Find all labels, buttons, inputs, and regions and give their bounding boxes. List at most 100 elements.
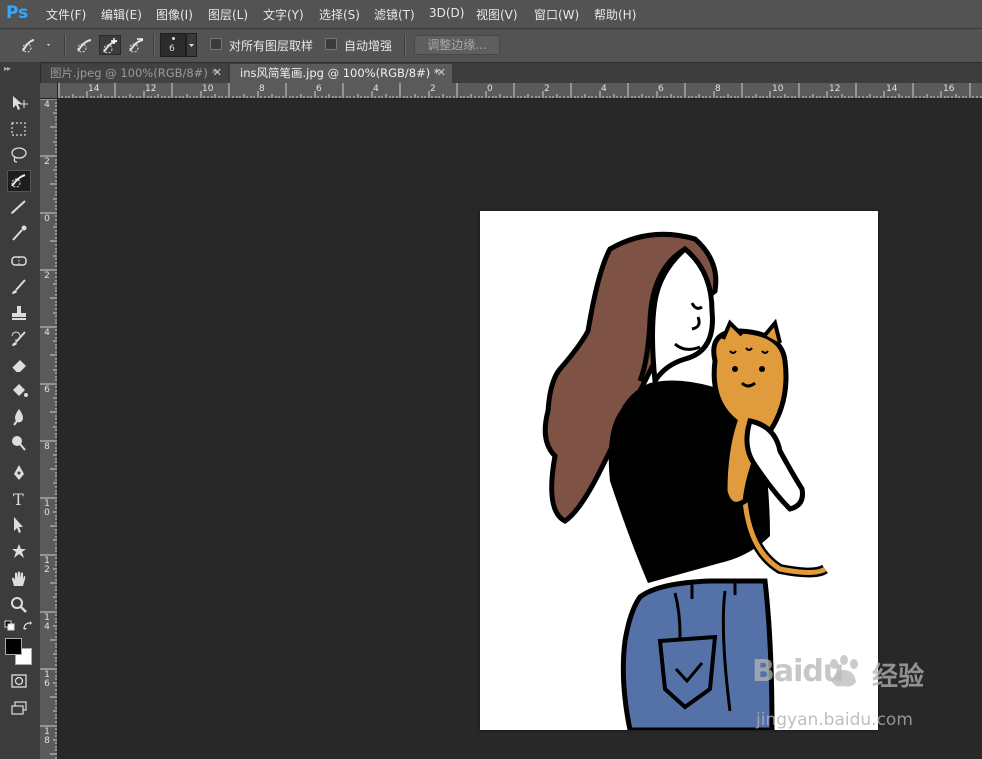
close-icon[interactable]: ✕ [213,64,222,82]
ruler-ticks [40,99,57,759]
brush-tool-icon[interactable] [7,276,31,298]
tool-preset-picker[interactable] [20,35,50,55]
watermark-url: jingyan.baidu.com [756,710,913,730]
paint-bucket-tool-icon[interactable] [7,380,31,402]
chevron-down-icon [189,44,194,47]
ruler-label: 8 [44,442,50,452]
menu-filter[interactable]: 滤镜(T) [374,6,415,23]
photoshop-logo: Ps [6,3,29,23]
subtract-from-selection-icon [129,38,144,53]
ruler-label: 6 [44,385,50,395]
tab-title: 图片.jpeg @ 100%(RGB/8#) * [50,66,218,80]
ruler-label: 14 [886,84,898,94]
brush-tip-preview-icon [172,37,175,40]
brush-size-picker[interactable]: 6 [160,33,186,57]
svg-text:T: T [13,490,24,509]
menu-image[interactable]: 图像(I) [156,6,193,23]
clone-stamp-tool-icon[interactable] [7,302,31,324]
sample-all-layers-label: 对所有图层取样 [229,39,314,53]
ruler-label: 8 [715,84,721,94]
menu-edit[interactable]: 编辑(E) [101,6,142,23]
eyedropper-tool-icon[interactable] [7,222,31,244]
ruler-label: 1 0 [44,499,50,518]
ruler-label: 0 [44,214,50,224]
add-to-selection-button[interactable] [99,35,121,55]
menu-layer[interactable]: 图层(L) [208,6,248,23]
history-brush-tool-icon[interactable] [7,328,31,350]
menu-type[interactable]: 文字(Y) [263,6,304,23]
ruler-label: 12 [829,84,841,94]
path-selection-tool-icon[interactable] [7,514,31,536]
ruler-label: 10 [202,84,214,94]
close-icon[interactable]: ✕ [437,64,446,82]
ruler-label: 2 [44,271,50,281]
swap-colors-icon[interactable] [22,620,34,632]
ruler-label: 8 [259,84,265,94]
brush-size-value: 6 [169,44,175,54]
document-tab-1[interactable]: 图片.jpeg @ 100%(RGB/8#) * ✕ [40,64,228,83]
new-selection-icon [77,39,92,53]
menu-window[interactable]: 窗口(W) [534,6,579,23]
new-selection-button[interactable] [74,35,96,55]
tab-title: ins风简笔画.jpg @ 100%(RGB/8#) * [240,66,440,80]
ruler-label: 1 4 [44,613,50,632]
ruler-label: 0 [487,84,493,94]
ruler-label: 2 [430,84,436,94]
custom-shape-tool-icon[interactable] [7,540,31,562]
document-tab-2[interactable]: ins风简笔画.jpg @ 100%(RGB/8#) * ✕ [230,64,452,83]
ruler-label: 16 [943,84,955,94]
ruler-label: 4 [44,328,50,338]
default-colors-icon[interactable] [4,620,16,632]
panel-collapse-icon[interactable]: ▸▸ [4,64,11,73]
move-tool-icon[interactable] [7,92,31,114]
ruler-label: 4 [373,84,379,94]
watermark-cn: 经验 [872,662,925,692]
horizontal-ruler[interactable]: 14 12 10 8 6 4 2 0 2 4 6 8 10 12 14 16 [58,83,982,99]
tools-panel: ▸▸ T [0,62,41,759]
ruler-label: 1 8 [44,727,50,746]
menu-file[interactable]: 文件(F) [46,6,86,23]
zoom-tool-icon[interactable] [7,594,31,616]
ruler-label: 6 [658,84,664,94]
eraser-tool-icon[interactable] [7,354,31,376]
healing-brush-tool-icon[interactable] [7,250,31,272]
ruler-label: 1 6 [44,670,50,689]
refine-edge-button[interactable]: 调整边缘... [414,35,500,55]
add-to-selection-icon [103,38,118,54]
auto-enhance-label: 自动增强 [344,39,393,53]
watermark: Baidu 经验 jingyan.baidu.com [752,650,932,740]
menu-select[interactable]: 选择(S) [319,6,360,23]
subtract-from-selection-button[interactable] [126,35,148,55]
ruler-label: 1 2 [44,556,50,575]
ruler-ticks [58,83,982,98]
type-tool-icon[interactable]: T [7,488,31,510]
marquee-tool-icon[interactable] [7,118,31,140]
document-tab-bar: 图片.jpeg @ 100%(RGB/8#) * ✕ ins风简笔画.jpg @… [40,63,982,83]
quick-selection-preset-icon [22,39,50,53]
auto-enhance-checkbox[interactable] [325,38,337,50]
ruler-label: 6 [316,84,322,94]
menu-3d[interactable]: 3D(D) [429,6,464,20]
ruler-label: 14 [88,84,100,94]
pen-tool-icon[interactable] [7,462,31,484]
options-bar: 6 对所有图层取样 自动增强 调整边缘... [0,29,982,63]
ruler-label: 4 [601,84,607,94]
blur-tool-icon[interactable] [7,406,31,428]
dodge-tool-icon[interactable] [7,432,31,454]
menu-view[interactable]: 视图(V) [476,6,518,23]
hand-tool-icon[interactable] [7,568,31,590]
quick-selection-tool-icon[interactable] [7,170,31,192]
crop-tool-icon[interactable] [7,196,31,218]
quick-mask-mode-icon[interactable] [7,670,31,692]
menu-help[interactable]: 帮助(H) [594,6,636,23]
ruler-label: 4 [44,100,50,110]
foreground-color-swatch[interactable] [5,638,22,655]
brush-size-dropdown[interactable] [186,33,197,57]
separator [64,34,66,56]
sample-all-layers-checkbox[interactable] [210,38,222,50]
vertical-ruler[interactable]: 4 2 0 2 4 6 8 1 0 1 2 1 4 1 6 1 8 [40,99,58,759]
ruler-label: 10 [772,84,784,94]
lasso-tool-icon[interactable] [7,144,31,166]
screen-mode-icon[interactable] [7,698,31,720]
ruler-origin[interactable] [40,83,58,99]
